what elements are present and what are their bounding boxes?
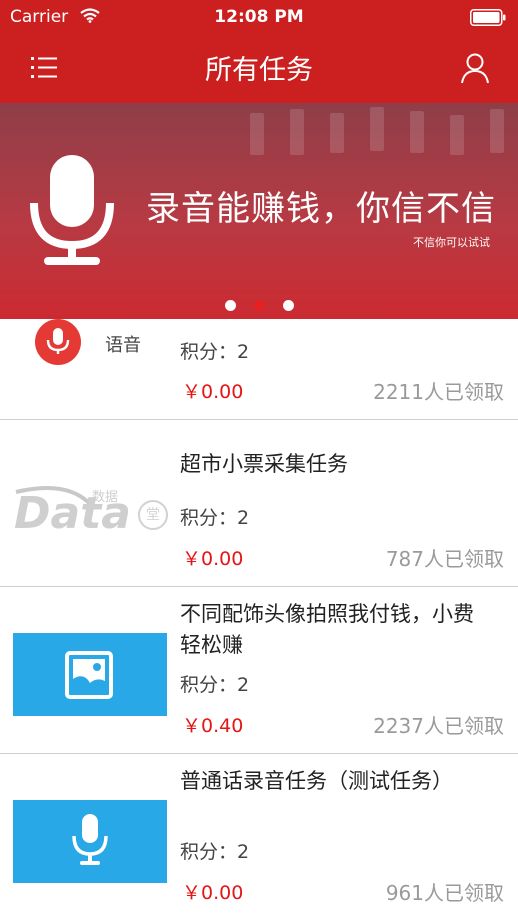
task-points: 积分：2 [180, 674, 250, 696]
banner-decoration [250, 113, 264, 155]
banner-decoration [410, 111, 424, 153]
microphone-icon [72, 814, 108, 865]
banner-page-indicator[interactable] [0, 296, 518, 315]
banner-decoration [490, 109, 504, 153]
task-category-label: 语音 [105, 335, 141, 356]
microphone-icon [35, 319, 81, 365]
task-price: ￥0.00 [182, 882, 244, 904]
data-logo: Data 数据 堂 [12, 478, 172, 539]
task-claimed-count: 2237人已领取 [373, 714, 504, 738]
task-points: 积分：2 [180, 341, 250, 363]
banner-decoration [330, 113, 344, 153]
task-price: ￥0.00 [182, 548, 244, 570]
data-logo-badge: 堂 [138, 500, 168, 530]
banner-decoration [450, 115, 464, 155]
task-row[interactable]: 不同配饰头像拍照我付钱，小费轻松赚 积分：2 ￥0.40 2237人已领取 [0, 587, 518, 754]
battery-icon [470, 9, 506, 26]
banner-decoration [290, 109, 304, 155]
app-header: Carrier 12:08 PM 所有任务 [0, 0, 518, 103]
task-claimed-count: 787人已领取 [385, 547, 504, 571]
microphone-icon [30, 155, 114, 265]
task-points: 积分：2 [180, 507, 250, 529]
promo-banner[interactable]: 录音能赚钱，你信不信 不信你可以试试 [0, 103, 518, 319]
task-price: ￥0.40 [182, 715, 244, 737]
status-time: 12:08 PM [214, 7, 304, 27]
banner-page-dot[interactable] [224, 300, 236, 311]
task-claimed-count: 961人已领取 [385, 881, 504, 905]
data-logo-cn: 数据 [92, 490, 119, 505]
task-row[interactable]: 语音 积分：2 ￥0.00 2211人已领取 [0, 319, 518, 420]
banner-subtext: 不信你可以试试 [413, 236, 490, 249]
user-icon[interactable] [456, 50, 494, 86]
task-thumbnail [13, 800, 167, 883]
status-bar: Carrier 12:08 PM [0, 0, 518, 34]
task-title: 普通话录音任务（测试任务） [180, 769, 453, 793]
task-title: 超市小票采集任务 [180, 452, 348, 476]
page-title: 所有任务 [205, 55, 313, 86]
banner-headline: 录音能赚钱，你信不信 [146, 189, 496, 229]
task-title: 不同配饰头像拍照我付钱，小费轻松赚 [180, 602, 474, 657]
task-price: ￥0.00 [182, 381, 244, 403]
task-claimed-count: 2211人已领取 [373, 380, 504, 404]
task-row[interactable]: Data 数据 堂 超市小票采集任务 积分：2 ￥0.00 787人已领取 [0, 420, 518, 587]
banner-page-dot[interactable] [282, 300, 294, 311]
photo-icon [65, 651, 113, 699]
banner-page-dot[interactable] [253, 300, 265, 311]
task-points: 积分：2 [180, 841, 250, 863]
task-thumbnail [13, 633, 167, 716]
banner-decoration [370, 107, 384, 151]
task-row[interactable]: 普通话录音任务（测试任务） 积分：2 ￥0.00 961人已领取 [0, 754, 518, 920]
